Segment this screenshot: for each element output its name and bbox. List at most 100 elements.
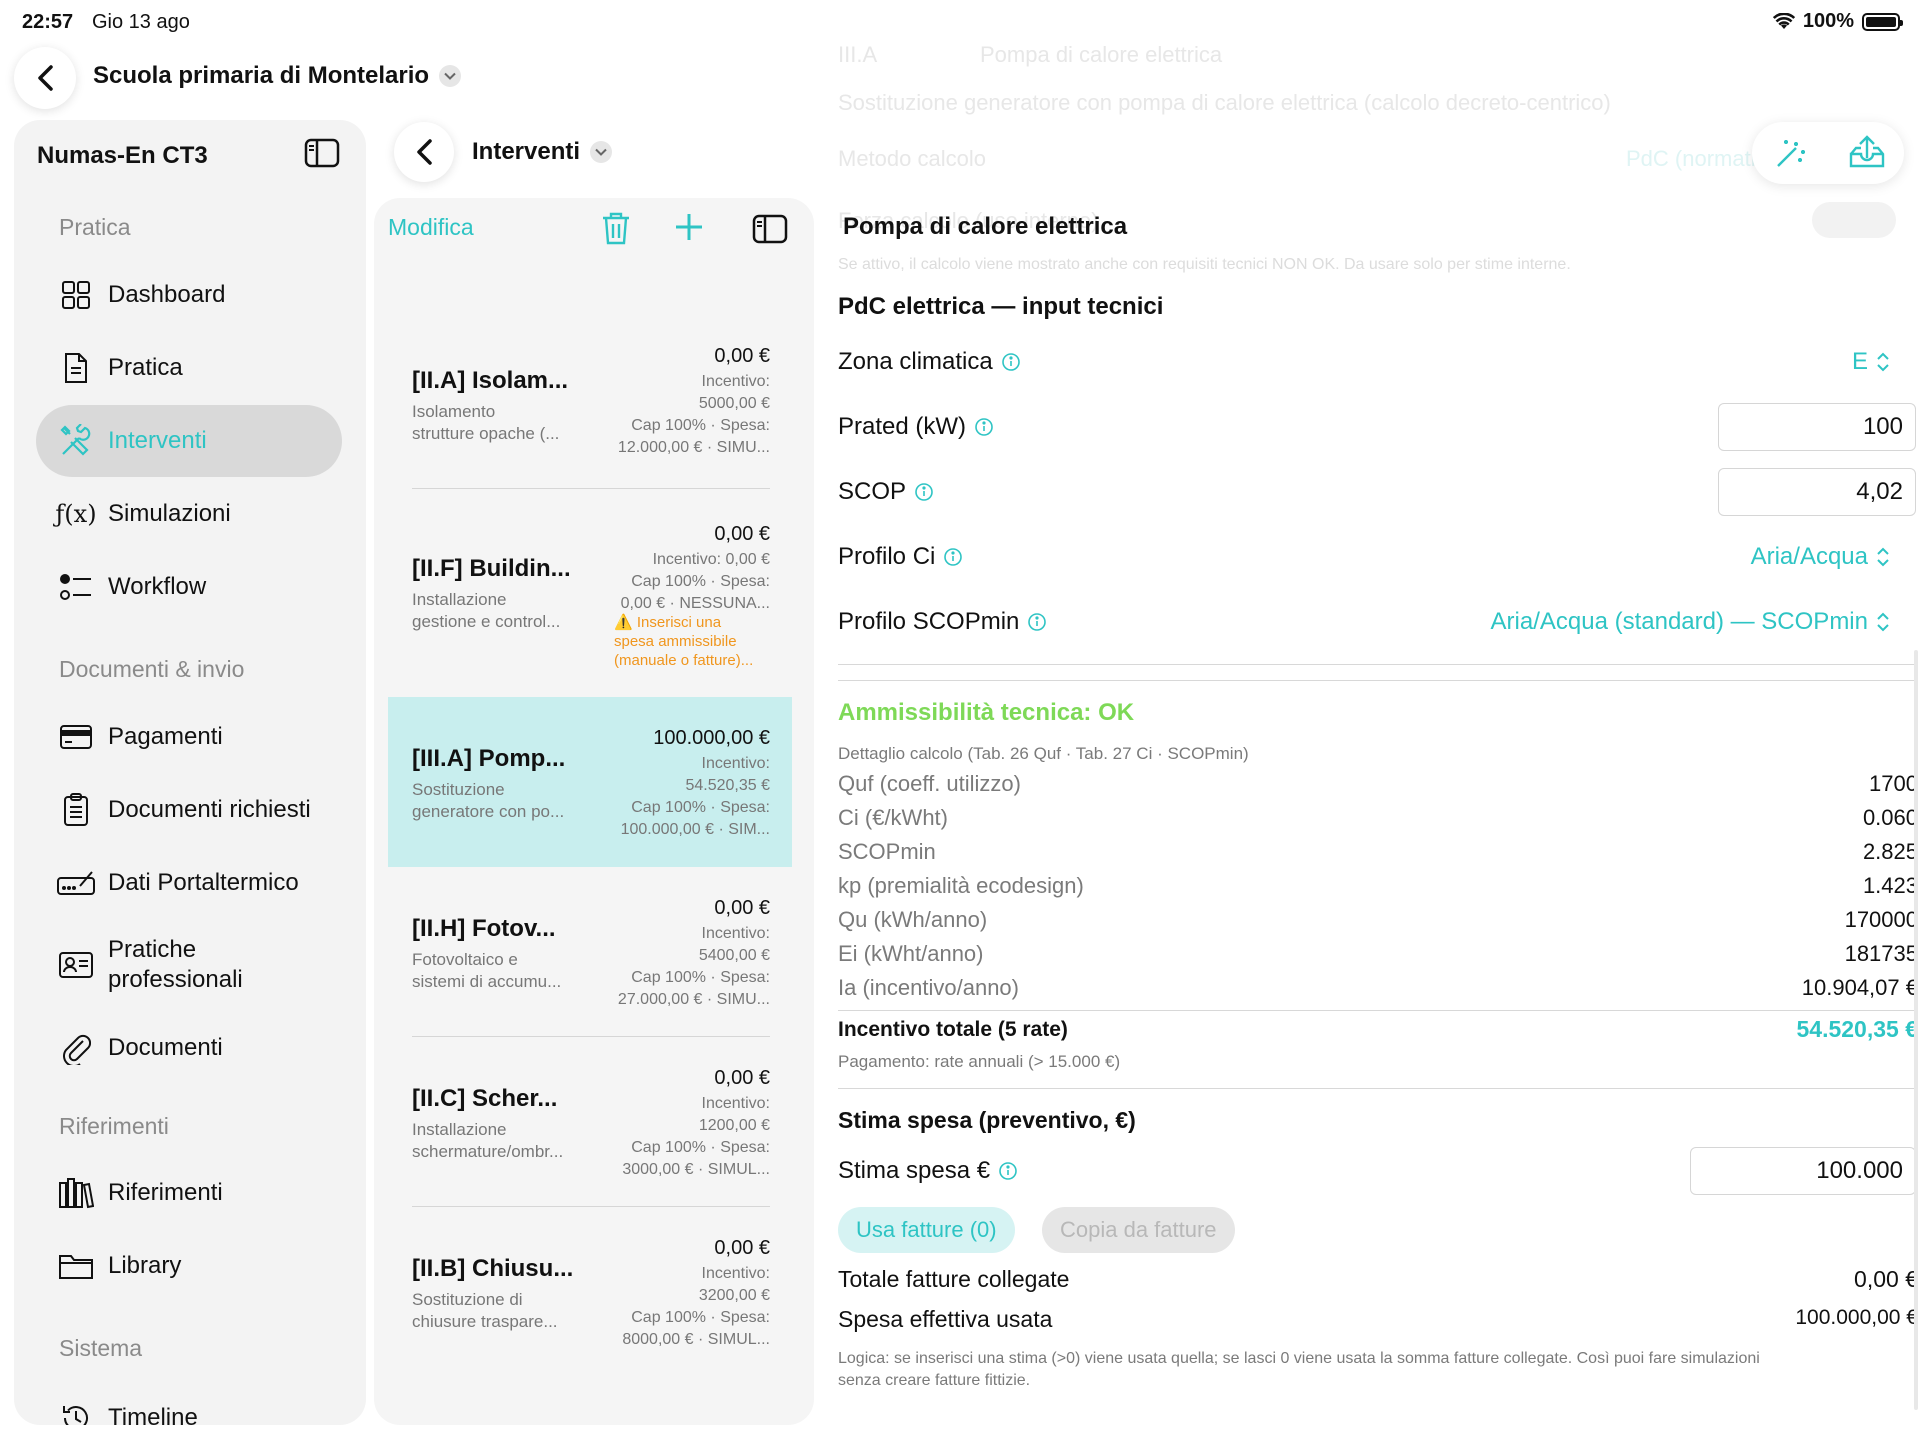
desc-line: Installazione: [412, 590, 507, 609]
intervention-row[interactable]: [II.C] Scher... Installazione schermature…: [388, 1037, 792, 1207]
scrollbar[interactable]: [1914, 650, 1918, 1410]
sidebar-toggle-icon: [752, 214, 788, 244]
magic-button[interactable]: [1774, 136, 1808, 175]
sidebar-item-workflow[interactable]: Workflow: [36, 551, 342, 623]
status-time: 22:57: [22, 11, 74, 33]
logic-note: Logica: se inserisci una stima (>0) vien…: [838, 1348, 1918, 1392]
profilo-ci-picker[interactable]: Aria/Acqua: [1751, 543, 1890, 571]
panel-toggle-button[interactable]: [752, 214, 788, 249]
intervention-row[interactable]: [II.A] Isolam... Isolamento strutture opa…: [388, 319, 792, 489]
intervention-desc: Installazione schermature/ombr...: [412, 1119, 582, 1163]
sidebar-item-simulazioni[interactable]: ƒ(x) Simulazioni: [36, 478, 342, 550]
list-title-text: Interventi: [472, 138, 581, 165]
usa-fatture-button[interactable]: Usa fatture (0): [838, 1207, 1015, 1253]
edit-button[interactable]: Modifica: [388, 214, 474, 241]
zona-climatica-picker[interactable]: E: [1852, 348, 1890, 376]
project-title[interactable]: Scuola primaria di Montelario: [93, 62, 462, 90]
sidebar-item-documenti-richiesti[interactable]: Documenti richiesti: [36, 774, 342, 846]
trash-icon: [603, 212, 629, 245]
profilo-scopmin-row: Profilo SCOPmin Aria/Acqua (standard) — …: [838, 597, 1918, 647]
sidebar-item-dati-portaltermico[interactable]: Dati Portaltermico: [36, 847, 342, 919]
sidebar-item-pratica[interactable]: Pratica: [36, 332, 342, 404]
sidebar-item-label: Interventi: [108, 427, 207, 454]
sidebar-item-label: Pratiche professionali: [108, 935, 308, 995]
intervention-meta: Incentivo: 5400,00 € Cap 100% · Spesa: 27.0…: [600, 923, 770, 1011]
copia-fatture-button[interactable]: Copia da fatture: [1042, 1207, 1235, 1253]
sidebar-item-library[interactable]: Library: [36, 1230, 342, 1302]
sidebar-item-label: Dashboard: [108, 281, 226, 308]
payment-note: Pagamento: rate annuali (> 15.000 €): [838, 1052, 1121, 1071]
sidebar-item-dashboard[interactable]: Dashboard: [36, 259, 342, 331]
list-title[interactable]: Interventi: [472, 138, 613, 166]
project-title-text: Scuola primaria di Montelario: [93, 62, 430, 89]
intervention-row-selected[interactable]: [III.A] Pomp... Sostituzione generatore c…: [388, 697, 792, 867]
sidebar-item-label: Library: [108, 1252, 182, 1279]
field-label: Stima spesa €: [838, 1157, 991, 1184]
info-icon[interactable]: [914, 482, 934, 502]
intervention-row[interactable]: [II.F] Buildin... Installazione gestione …: [388, 489, 792, 669]
total-label: Incentivo totale (5 rate): [838, 1018, 1068, 1041]
row-label: Spesa effettiva usata: [838, 1306, 1053, 1332]
sidebar-toggle-button[interactable]: [304, 138, 340, 173]
meta-line: 5400,00 €: [698, 947, 770, 964]
list-back-button[interactable]: [394, 122, 454, 182]
profilo-scopmin-picker[interactable]: Aria/Acqua (standard) — SCOPmin: [1491, 608, 1890, 636]
info-icon[interactable]: [1001, 352, 1021, 372]
meta-line: 1200,00 €: [698, 1117, 770, 1134]
prated-input[interactable]: 100: [1718, 403, 1916, 451]
force-toggle[interactable]: [1812, 202, 1896, 238]
ghost-method: Metodo calcolo: [838, 146, 986, 171]
info-icon[interactable]: [1027, 612, 1047, 632]
calc-row: Qu (kWh/anno) 170000: [838, 907, 1918, 933]
sidebar-item-interventi[interactable]: Interventi: [36, 405, 342, 477]
sidebar-title: Numas-En CT3: [37, 142, 208, 169]
info-icon[interactable]: [943, 547, 963, 567]
sidebar-item-pagamenti[interactable]: Pagamenti: [36, 701, 342, 773]
add-button[interactable]: [674, 212, 704, 247]
sidebar-item-timeline[interactable]: Timeline: [36, 1382, 342, 1425]
sidebar-item-documenti[interactable]: Documenti: [36, 1012, 342, 1084]
calc-row: Ei (kWht/anno) 181735: [838, 941, 1918, 967]
meta-line: 5000,00 €: [698, 395, 770, 412]
sidebar-section-documenti: Documenti & invio: [59, 656, 245, 682]
meta-line: Cap 100% · Spesa:: [631, 1309, 770, 1326]
export-button[interactable]: [1848, 134, 1886, 175]
intervention-name: [II.H] Fotov...: [412, 915, 556, 942]
row-value: 0,00 €: [1854, 1266, 1918, 1292]
scop-input[interactable]: 4,02: [1718, 468, 1916, 516]
calc-label: SCOPmin: [838, 839, 936, 864]
calc-label: Ia (incentivo/anno): [838, 975, 1019, 1000]
desc-line: Isolamento: [412, 402, 496, 421]
info-icon[interactable]: [998, 1161, 1018, 1181]
desc-line: sistemi di accumu...: [412, 972, 562, 991]
sidebar-section-riferimenti: Riferimenti: [59, 1113, 169, 1139]
sidebar-item-label: Documenti: [108, 1034, 223, 1061]
signature-icon: [56, 863, 96, 903]
info-icon[interactable]: [974, 417, 994, 437]
calc-label: Ci (€/kWht): [838, 805, 948, 830]
ammissibilita-status: Ammissibilità tecnica: OK: [838, 699, 1135, 726]
stima-spesa-input[interactable]: 100.000: [1690, 1147, 1916, 1195]
intervention-row[interactable]: [II.B] Chiusu... Sostituzione di chiusure…: [388, 1207, 792, 1377]
calc-value: 10.904,07 €: [1801, 975, 1918, 1000]
calc-label: Qu (kWh/anno): [838, 907, 988, 932]
back-button[interactable]: [14, 47, 76, 109]
chevron-down-icon: [439, 65, 462, 87]
delete-button[interactable]: [600, 210, 632, 251]
calc-label: kp (premialità ecodesign): [838, 873, 1084, 898]
meta-line: Incentivo:: [701, 373, 770, 390]
interventions-column: Interventi Modifica [II.A] Isolam... Iso…: [374, 120, 814, 1425]
intervention-meta: Incentivo: 5000,00 € Cap 100% · Spesa: 12.0…: [600, 371, 770, 459]
meta-line: Cap 100% · Spesa:: [631, 573, 770, 590]
sidebar-item-pratiche-professionali[interactable]: Pratiche professionali: [36, 920, 342, 1010]
intervention-amount: 0,00 €: [714, 1237, 770, 1259]
checklist-icon: [56, 567, 96, 607]
logic-note-line: senza creare fatture fittizie.: [838, 1372, 1031, 1389]
intervention-desc: Installazione gestione e control...: [412, 589, 582, 633]
label-line-2: professionali: [108, 966, 243, 993]
folder-icon: [56, 1246, 96, 1286]
sidebar-toggle-icon: [304, 138, 340, 168]
intervention-row[interactable]: [II.H] Fotov... Fotovoltaico e sistemi di…: [388, 867, 792, 1037]
sidebar-item-riferimenti[interactable]: Riferimenti: [36, 1157, 342, 1229]
sidebar-item-label: Documenti richiesti: [108, 796, 311, 823]
